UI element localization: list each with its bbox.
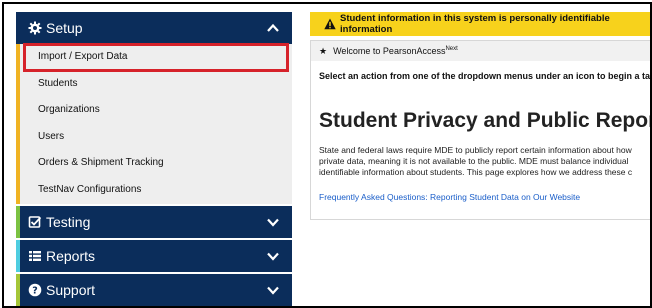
question-circle-icon: ? bbox=[28, 283, 42, 297]
reports-accent-bar bbox=[16, 240, 20, 272]
page-heading: Student Privacy and Public Reports bbox=[319, 109, 652, 132]
sidebar-item-import-export-data[interactable]: Import / Export Data bbox=[23, 43, 289, 72]
testing-accent-bar bbox=[16, 206, 20, 238]
check-square-icon bbox=[28, 215, 42, 229]
chevron-down-icon[interactable] bbox=[266, 283, 280, 297]
paragraph-line: State and federal laws require MDE to pu… bbox=[319, 145, 632, 155]
sidebar-section-label: Support bbox=[46, 282, 96, 298]
screenshot-frame: Setup Import / Export Data Students Orga… bbox=[2, 2, 652, 308]
sidebar-section-testing[interactable]: Testing bbox=[16, 206, 292, 238]
welcome-title-text: Welcome to PearsonAccess bbox=[333, 46, 446, 56]
svg-text:?: ? bbox=[32, 286, 38, 297]
paragraph-line: private data, meaning it is not availabl… bbox=[319, 156, 629, 166]
report-list-icon bbox=[28, 249, 42, 263]
sidebar-section-label: Reports bbox=[46, 248, 96, 264]
chevron-down-icon[interactable] bbox=[266, 249, 280, 263]
banner-text: Student information in this system is pe… bbox=[340, 13, 610, 35]
chevron-down-icon[interactable] bbox=[266, 215, 280, 229]
sidebar-section-support[interactable]: ? Support bbox=[16, 274, 292, 306]
setup-submenu: Import / Export Data Students Organizati… bbox=[16, 43, 292, 204]
sidebar-section-reports[interactable]: Reports bbox=[16, 240, 292, 272]
main-content: Student information in this system is pe… bbox=[300, 12, 652, 306]
sidebar-item-students[interactable]: Students bbox=[16, 71, 292, 98]
pii-warning-banner: Student information in this system is pe… bbox=[310, 12, 650, 36]
sidebar-section-label: Testing bbox=[46, 214, 91, 230]
chevron-up-icon[interactable] bbox=[266, 21, 280, 35]
faq-link[interactable]: Frequently Asked Questions: Reporting St… bbox=[319, 192, 580, 202]
sidebar-item-organizations[interactable]: Organizations bbox=[16, 97, 292, 124]
sidebar-section-setup[interactable]: Setup bbox=[16, 12, 292, 44]
welcome-card: ★ Welcome to PearsonAccessNext Select an… bbox=[310, 40, 652, 220]
welcome-card-header: ★ Welcome to PearsonAccessNext bbox=[311, 41, 650, 61]
support-accent-bar bbox=[16, 274, 20, 306]
paragraph-line: identifiable information about students.… bbox=[319, 167, 633, 177]
sidebar-item-orders-shipment-tracking[interactable]: Orders & Shipment Tracking bbox=[16, 150, 292, 177]
star-icon[interactable]: ★ bbox=[319, 46, 327, 57]
gear-icon bbox=[28, 21, 42, 35]
sidebar-nav: Setup Import / Export Data Students Orga… bbox=[16, 12, 292, 306]
privacy-paragraph: State and federal laws require MDE to pu… bbox=[319, 145, 650, 178]
sidebar-item-testnav-configurations[interactable]: TestNav Configurations bbox=[16, 177, 292, 204]
welcome-title-superscript: Next bbox=[445, 46, 458, 52]
sidebar-item-users[interactable]: Users bbox=[16, 124, 292, 151]
welcome-title: Welcome to PearsonAccessNext bbox=[333, 46, 458, 56]
sidebar-section-label: Setup bbox=[46, 20, 83, 36]
warning-icon bbox=[324, 18, 336, 30]
instruction-text: Select an action from one of the dropdow… bbox=[319, 71, 652, 81]
